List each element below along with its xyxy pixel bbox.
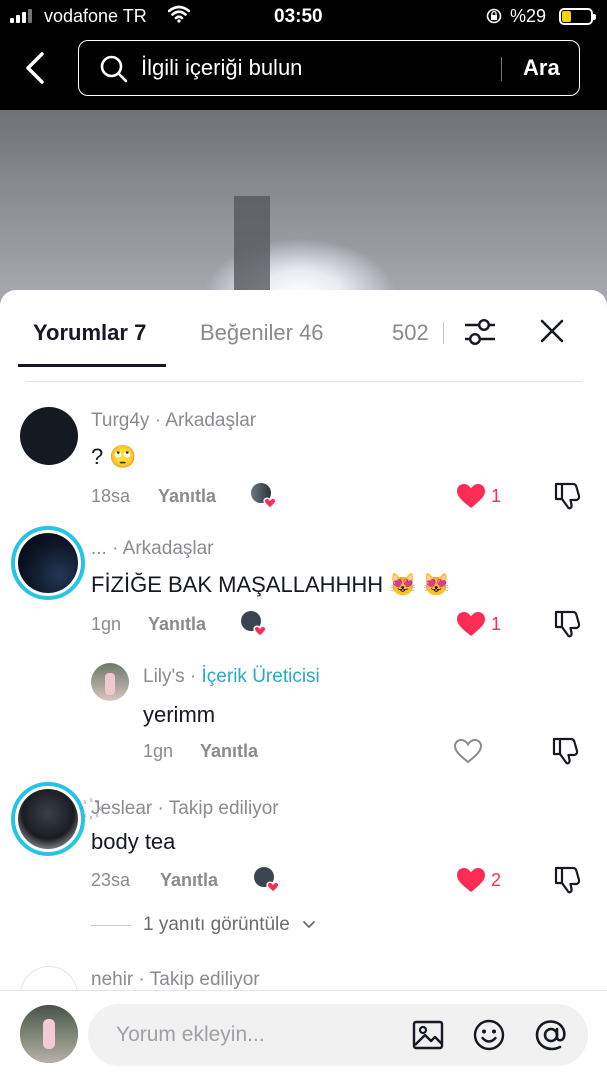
comment-author[interactable]: Turg4y · Arkadaşlar xyxy=(91,410,256,432)
search-divider xyxy=(501,57,502,81)
comment-time: 23sa xyxy=(91,870,131,890)
view-replies-line xyxy=(91,924,131,926)
close-icon[interactable] xyxy=(538,317,566,345)
video-background xyxy=(0,110,607,310)
dislike-icon[interactable] xyxy=(551,736,581,766)
tab-separator xyxy=(443,322,444,344)
tab-likes[interactable]: Beğeniler 46 xyxy=(200,320,324,346)
battery-percent: %29 xyxy=(510,6,547,26)
reply-button[interactable]: Yanıtla xyxy=(148,614,206,635)
creator-liked-icon xyxy=(254,867,279,892)
comment-text: ? 🙄 xyxy=(91,444,137,469)
heart-eyes-cat-emoji: 😻 😻 xyxy=(389,572,451,597)
comment-author[interactable]: ... · Arkadaşlar xyxy=(91,538,214,560)
comment-text: body tea xyxy=(91,829,176,854)
comment-author[interactable]: Lily's · İçerik Üreticisi xyxy=(143,666,320,688)
creator-liked-icon xyxy=(251,483,276,508)
reply-button[interactable]: Yanıtla xyxy=(200,741,258,762)
creator-badge: İçerik Üreticisi xyxy=(201,666,320,687)
view-replies-button[interactable]: 1 yanıtı görüntüle xyxy=(91,914,316,936)
comment-input[interactable]: Yorum ekleyin... xyxy=(88,1004,588,1066)
comment-composer: Yorum ekleyin... xyxy=(0,990,607,1080)
emoji-icon[interactable] xyxy=(472,1018,506,1052)
back-arrow-icon[interactable] xyxy=(18,48,52,88)
mention-icon[interactable] xyxy=(534,1018,568,1052)
comment-author[interactable]: ꙰Jeslear · Takip ediliyor xyxy=(91,794,279,820)
wifi-icon xyxy=(168,5,190,23)
comment-time: 1gn xyxy=(91,614,122,634)
image-icon[interactable] xyxy=(411,1018,445,1052)
dislike-icon[interactable] xyxy=(553,481,583,511)
carrier-label: vodafone TR xyxy=(44,6,147,26)
like-count: 2 xyxy=(491,870,502,890)
rotation-lock-icon xyxy=(486,8,502,24)
reply-button[interactable]: Yanıtla xyxy=(158,486,216,507)
heart-filled-icon[interactable] xyxy=(456,611,486,637)
eye-roll-emoji: 🙄 xyxy=(109,444,137,469)
reply-button[interactable]: Yanıtla xyxy=(160,870,218,891)
clock: 03:50 xyxy=(274,6,323,27)
tab-comments[interactable]: Yorumlar 7 xyxy=(33,320,146,346)
comment-text: FİZİĞE BAK MAŞALLAHHHH 😻 😻 xyxy=(91,572,451,597)
comment-placeholder: Yorum ekleyin... xyxy=(116,1023,265,1046)
avatar[interactable] xyxy=(11,782,85,856)
avatar[interactable] xyxy=(20,407,78,465)
search-placeholder: İlgili içeriği bulun xyxy=(141,55,303,80)
status-bar: vodafone TR 03:50 %29 xyxy=(0,0,607,34)
view-replies-label: 1 yanıtı görüntüle xyxy=(143,914,290,935)
filter-icon[interactable] xyxy=(462,316,498,348)
comment-text: yerimm xyxy=(143,702,216,727)
avatar[interactable] xyxy=(91,663,129,701)
comment-author[interactable]: nehir · Takip ediliyor xyxy=(91,969,260,991)
like-count: 1 xyxy=(491,614,502,634)
comment-time: 18sa xyxy=(91,486,131,506)
comments-sheet: Yorumlar 7 Beğeniler 46 502 Turg4y · Ark… xyxy=(0,290,607,1080)
divider xyxy=(26,381,581,382)
my-avatar[interactable] xyxy=(20,1005,78,1063)
dislike-icon[interactable] xyxy=(553,865,583,895)
search-header: İlgili içeriği bulun Ara xyxy=(0,34,607,110)
tab-shares[interactable]: 502 xyxy=(392,320,429,346)
signal-icon xyxy=(10,9,32,23)
active-tab-indicator xyxy=(18,364,166,367)
avatar[interactable] xyxy=(11,526,85,600)
heart-filled-icon[interactable] xyxy=(456,483,486,509)
like-count: 1 xyxy=(491,486,502,506)
chevron-down-icon xyxy=(302,921,315,929)
creator-liked-icon xyxy=(241,611,266,636)
heart-filled-icon[interactable] xyxy=(456,867,486,893)
search-icon xyxy=(100,55,128,83)
battery-icon xyxy=(559,8,596,25)
dislike-icon[interactable] xyxy=(553,609,583,639)
heart-outline-icon[interactable] xyxy=(453,738,483,764)
tab-bar: Yorumlar 7 Beğeniler 46 502 xyxy=(0,290,607,370)
comment-time: 1gn xyxy=(143,741,174,761)
search-input[interactable]: İlgili içeriği bulun Ara xyxy=(78,40,580,96)
search-button[interactable]: Ara xyxy=(523,55,560,81)
